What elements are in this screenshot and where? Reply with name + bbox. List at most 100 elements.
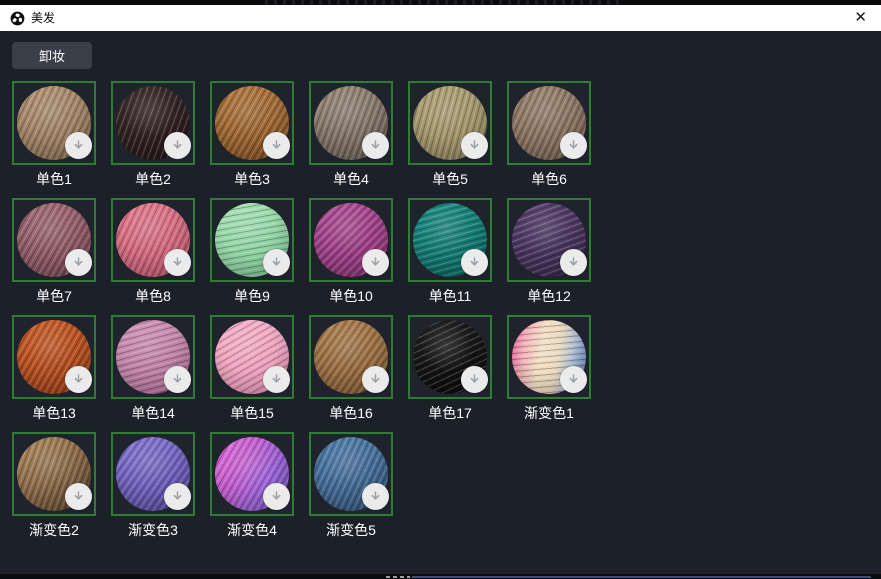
hair-color-swatch[interactable]	[12, 198, 96, 282]
remove-makeup-button[interactable]: 卸妆	[12, 42, 92, 69]
hair-color-label: 单色4	[309, 170, 393, 188]
download-icon[interactable]	[461, 366, 488, 393]
hair-color-swatch[interactable]	[309, 315, 393, 399]
hair-color-swatch[interactable]	[210, 81, 294, 165]
download-icon[interactable]	[65, 132, 92, 159]
download-icon[interactable]	[263, 366, 290, 393]
obs-logo-icon	[10, 11, 25, 26]
hair-color-item: 单色8	[111, 198, 195, 305]
hair-color-swatch[interactable]	[408, 198, 492, 282]
hair-color-swatch[interactable]	[111, 432, 195, 516]
hair-color-item: 单色9	[210, 198, 294, 305]
hair-color-swatch[interactable]	[210, 315, 294, 399]
hair-color-label: 渐变色1	[507, 404, 591, 422]
hair-color-item: 单色1	[12, 81, 96, 188]
hair-color-item: 单色17	[408, 315, 492, 422]
hair-style-dialog: 美发 ✕ 卸妆 单色1 单色2	[0, 0, 881, 579]
hair-color-label: 单色3	[210, 170, 294, 188]
hair-color-item: 单色14	[111, 315, 195, 422]
download-icon[interactable]	[362, 249, 389, 276]
underlying-window-bottom	[0, 574, 881, 579]
hair-color-label: 单色17	[408, 404, 492, 422]
hair-color-label: 单色9	[210, 287, 294, 305]
hair-color-swatch[interactable]	[111, 81, 195, 165]
hair-color-swatch[interactable]	[507, 315, 591, 399]
download-icon[interactable]	[263, 249, 290, 276]
hair-color-item: 单色12	[507, 198, 591, 305]
underlying-window-pixels	[386, 576, 410, 578]
hair-color-item: 单色5	[408, 81, 492, 188]
hair-color-item: 渐变色1	[507, 315, 591, 422]
hair-color-label: 单色10	[309, 287, 393, 305]
hair-color-label: 渐变色4	[210, 521, 294, 539]
download-icon[interactable]	[164, 132, 191, 159]
download-icon[interactable]	[461, 132, 488, 159]
hair-color-label: 单色7	[12, 287, 96, 305]
hair-color-item: 单色6	[507, 81, 591, 188]
hair-color-swatch[interactable]	[111, 315, 195, 399]
download-icon[interactable]	[263, 483, 290, 510]
download-icon[interactable]	[461, 249, 488, 276]
download-icon[interactable]	[65, 366, 92, 393]
download-icon[interactable]	[560, 366, 587, 393]
hair-color-swatch[interactable]	[12, 81, 96, 165]
hair-color-item: 单色13	[12, 315, 96, 422]
underlying-window-top	[0, 0, 881, 5]
dialog-titlebar: 美发 ✕	[0, 5, 881, 31]
hair-color-swatch[interactable]	[210, 198, 294, 282]
underlying-accent-line	[412, 576, 871, 578]
hair-color-label: 单色2	[111, 170, 195, 188]
hair-color-item: 单色2	[111, 81, 195, 188]
hair-color-swatch[interactable]	[309, 81, 393, 165]
download-icon[interactable]	[65, 483, 92, 510]
hair-color-swatch[interactable]	[309, 198, 393, 282]
hair-color-item: 单色7	[12, 198, 96, 305]
download-icon[interactable]	[164, 249, 191, 276]
hair-color-label: 单色15	[210, 404, 294, 422]
hair-color-item: 单色4	[309, 81, 393, 188]
download-icon[interactable]	[164, 483, 191, 510]
dialog-body: 卸妆 单色1 单色2	[0, 31, 881, 574]
hair-color-label: 单色5	[408, 170, 492, 188]
hair-color-swatch[interactable]	[408, 81, 492, 165]
hair-color-label: 渐变色2	[12, 521, 96, 539]
download-icon[interactable]	[65, 249, 92, 276]
hair-color-swatch[interactable]	[309, 432, 393, 516]
hair-color-swatch[interactable]	[507, 198, 591, 282]
hair-color-label: 单色1	[12, 170, 96, 188]
hair-color-label: 单色13	[12, 404, 96, 422]
hair-color-item: 单色11	[408, 198, 492, 305]
download-icon[interactable]	[560, 132, 587, 159]
close-icon[interactable]: ✕	[852, 5, 869, 31]
hair-color-label: 单色8	[111, 287, 195, 305]
underlying-window-pixels	[265, 0, 625, 5]
download-icon[interactable]	[164, 366, 191, 393]
hair-color-item: 单色15	[210, 315, 294, 422]
hair-color-item: 渐变色2	[12, 432, 96, 539]
hair-color-swatch[interactable]	[507, 81, 591, 165]
hair-color-item: 单色10	[309, 198, 393, 305]
download-icon[interactable]	[263, 132, 290, 159]
hair-color-label: 单色11	[408, 287, 492, 305]
hair-color-item: 渐变色3	[111, 432, 195, 539]
hair-color-item: 单色3	[210, 81, 294, 188]
hair-color-swatch[interactable]	[210, 432, 294, 516]
hair-color-swatch[interactable]	[408, 315, 492, 399]
hair-color-item: 单色16	[309, 315, 393, 422]
hair-color-label: 单色14	[111, 404, 195, 422]
download-icon[interactable]	[560, 249, 587, 276]
hair-color-swatch[interactable]	[12, 315, 96, 399]
dialog-title: 美发	[31, 5, 55, 31]
hair-color-label: 单色16	[309, 404, 393, 422]
hair-color-label: 单色6	[507, 170, 591, 188]
download-icon[interactable]	[362, 483, 389, 510]
hair-color-label: 渐变色3	[111, 521, 195, 539]
hair-color-swatch[interactable]	[12, 432, 96, 516]
download-icon[interactable]	[362, 132, 389, 159]
hair-color-grid: 单色1 单色2 单色3	[12, 81, 591, 539]
download-icon[interactable]	[362, 366, 389, 393]
hair-color-swatch[interactable]	[111, 198, 195, 282]
hair-color-item: 渐变色5	[309, 432, 393, 539]
hair-color-label: 渐变色5	[309, 521, 393, 539]
hair-color-item: 渐变色4	[210, 432, 294, 539]
